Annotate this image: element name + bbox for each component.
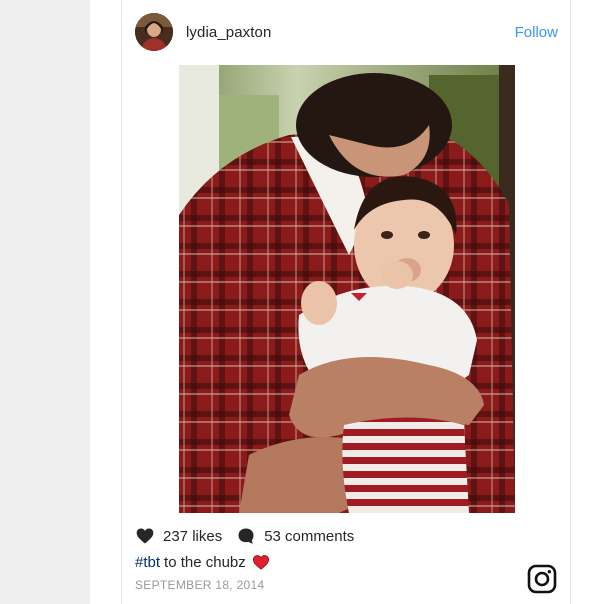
post-date: SEPTEMBER 18, 2014 [135,578,265,592]
caption-text: to the chubz [164,553,246,571]
follow-button[interactable]: Follow [515,24,558,41]
post-header: lydia_paxton Follow [122,0,570,62]
avatar-image [135,13,173,51]
username-link[interactable]: lydia_paxton [186,24,271,41]
likes-stat[interactable]: 237 likes [135,526,222,546]
likes-count: 237 likes [163,527,223,545]
comment-bubble-icon[interactable] [236,526,256,546]
avatar[interactable] [135,13,173,51]
post-photo[interactable] [179,65,515,513]
hashtag-link[interactable]: #tbt [135,554,160,571]
post-stats: 237 likes 53 comments [135,526,354,546]
photo-image [179,65,515,513]
page-gutter [0,0,90,604]
instagram-logo-icon[interactable] [527,564,557,594]
red-heart-emoji-icon [252,555,269,570]
instagram-embed-card: lydia_paxton Follow 237 likes 53 comment… [121,0,571,604]
post-caption: #tbt to the chubz [135,552,270,572]
comments-count: 53 comments [264,527,355,545]
heart-icon[interactable] [135,526,155,546]
comments-stat[interactable]: 53 comments [236,526,354,546]
